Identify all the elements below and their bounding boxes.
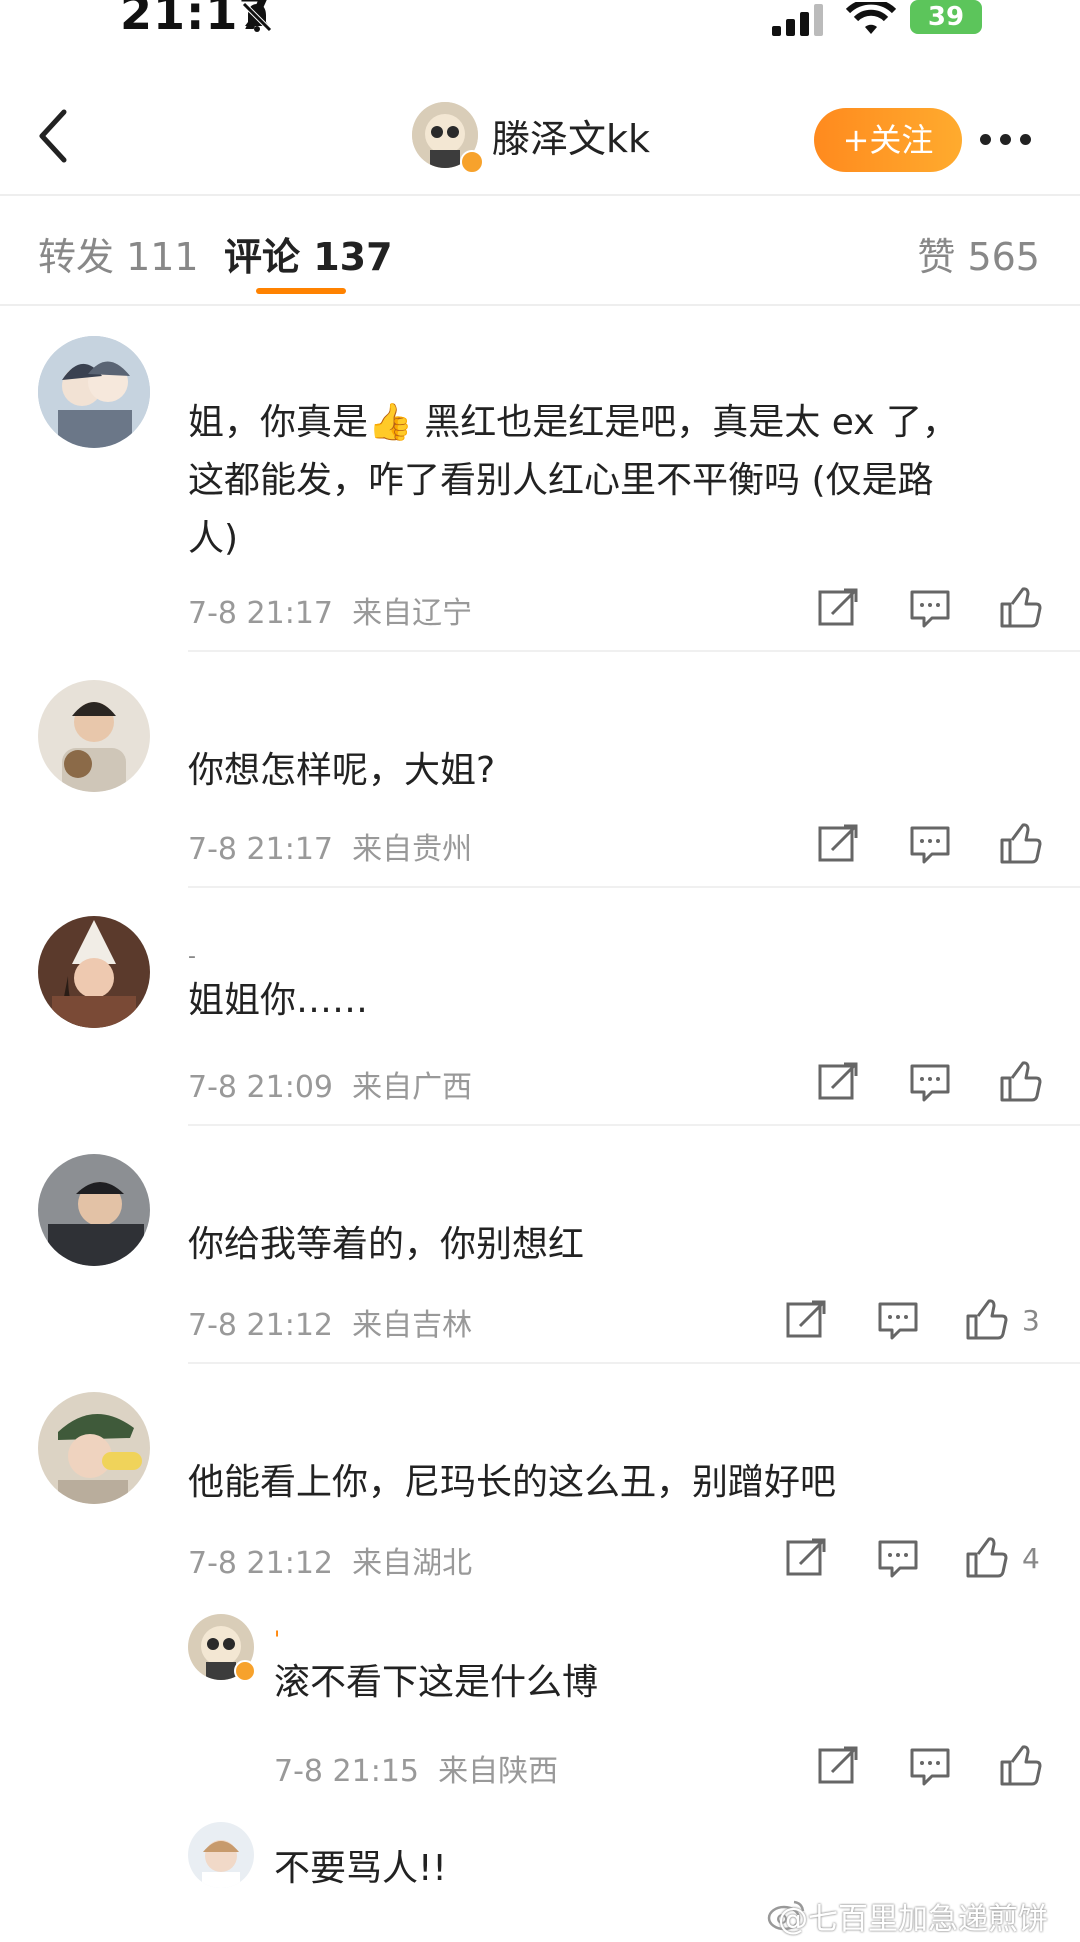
comment-actions xyxy=(816,586,1046,636)
verified-badge-icon xyxy=(460,150,484,174)
reply-location: 来自陕西 xyxy=(438,1754,559,1789)
reply-icon[interactable] xyxy=(908,586,952,630)
share-icon[interactable] xyxy=(784,1298,828,1342)
share-icon[interactable] xyxy=(816,1060,860,1104)
nav-username[interactable]: 滕泽文kk xyxy=(492,108,650,163)
like-icon[interactable] xyxy=(998,1060,1042,1104)
reply-icon[interactable] xyxy=(908,1060,952,1104)
like-icon[interactable] xyxy=(964,1536,1008,1580)
comment-item: 你给我等着的，你别想红 7-8 21:12 来自吉林 3 xyxy=(0,1126,1080,1364)
comment-meta: 7-8 21:12 来自湖北 xyxy=(188,1538,472,1582)
tab-bar: 转发 111 评论 137 赞 565 xyxy=(0,196,1080,304)
comment-meta: 7-8 21:12 来自吉林 xyxy=(188,1300,472,1344)
comment-text: 姐姐你…… xyxy=(188,972,1048,1030)
reply-text: 不要骂人!! xyxy=(274,1848,447,1889)
comment-text-line: 这都能发，咋了看别人红心里不平衡吗 (仅是路 xyxy=(188,460,934,501)
comment-actions: 3 xyxy=(784,1298,1046,1348)
share-icon[interactable] xyxy=(816,1744,860,1788)
reply-actions xyxy=(816,1744,1046,1794)
avatar[interactable] xyxy=(38,916,150,1028)
like-icon[interactable] xyxy=(998,586,1042,630)
comment-date: 7-8 21:09 xyxy=(188,1070,333,1105)
like-count: 3 xyxy=(1022,1304,1040,1337)
tab-like[interactable]: 赞 565 xyxy=(917,226,1040,281)
avatar-anime-couple-icon xyxy=(38,336,150,448)
comment-text-line: 他能看上你，尼玛长的这么丑，别蹭好吧 xyxy=(188,1462,837,1503)
nav-bar: 滕泽文kk +关注 xyxy=(0,80,1080,190)
comment-location: 来自湖北 xyxy=(352,1546,473,1581)
comment-meta: 7-8 21:17 来自辽宁 xyxy=(188,588,472,632)
comment-date: 7-8 21:12 xyxy=(188,1308,333,1343)
comment-item: 你想怎样呢，大姐? 7-8 21:17 来自贵州 xyxy=(0,652,1080,888)
tab-repost[interactable]: 转发 111 xyxy=(38,226,199,281)
comment-date: 7-8 21:17 xyxy=(188,832,333,867)
avatar[interactable] xyxy=(38,336,150,448)
comment-text: 他能看上你，尼玛长的这么丑，别蹭好吧 xyxy=(188,1454,1048,1512)
battery-indicator: 39 xyxy=(910,0,982,34)
comment-date: 7-8 21:17 xyxy=(188,596,333,631)
comment-meta: 7-8 21:09 来自广西 xyxy=(188,1062,472,1106)
comment-text: 你想怎样呢，大姐? xyxy=(188,742,1048,800)
comment-actions xyxy=(816,1060,1046,1110)
avatar-photo-icon xyxy=(38,916,150,1028)
verified-badge-icon xyxy=(234,1660,256,1682)
like-icon[interactable] xyxy=(964,1298,1008,1342)
like-icon[interactable] xyxy=(998,822,1042,866)
back-arrow-icon[interactable] xyxy=(30,106,80,166)
comment-date: 7-8 21:12 xyxy=(188,1546,333,1581)
reply-icon[interactable] xyxy=(908,1744,952,1788)
comment-text-line: 姐姐你…… xyxy=(188,980,369,1021)
bell-slash-icon xyxy=(242,2,272,32)
avatar[interactable] xyxy=(38,1392,150,1504)
status-bar: 21:17 39 xyxy=(0,0,1080,60)
comment-text: 你给我等着的，你别想红 xyxy=(188,1216,1048,1274)
comment-item: 他能看上你，尼玛长的这么丑，别蹭好吧 7-8 21:12 来自湖北 4 ' 滚不… xyxy=(0,1364,1080,1942)
comment-item: - 姐姐你…… 7-8 21:09 来自广西 xyxy=(0,888,1080,1126)
active-tab-indicator xyxy=(256,288,346,294)
reply-icon[interactable] xyxy=(876,1298,920,1342)
wifi-icon xyxy=(846,2,896,34)
like-icon[interactable] xyxy=(998,1744,1042,1788)
reply-icon[interactable] xyxy=(908,822,952,866)
comment-text-line: 姐，你真是👍 黑红也是红是吧，真是太 ex 了， xyxy=(188,402,958,443)
avatar-photo-icon xyxy=(38,680,150,792)
comment-text: 姐，你真是👍 黑红也是红是吧，真是太 ex 了， 这都能发，咋了看别人红心里不平… xyxy=(188,394,1048,568)
comment-text-line: 你想怎样呢，大姐? xyxy=(188,750,496,791)
avatar-photo-icon xyxy=(188,1822,254,1888)
share-icon[interactable] xyxy=(816,586,860,630)
avatar[interactable] xyxy=(38,1154,150,1266)
more-options-icon[interactable] xyxy=(980,124,1044,154)
comment-location: 来自辽宁 xyxy=(352,596,473,631)
follow-button[interactable]: +关注 xyxy=(814,108,962,172)
reply-meta: 7-8 21:15 来自陕西 xyxy=(274,1746,558,1790)
tab-comment[interactable]: 评论 137 xyxy=(224,226,393,281)
comment-location: 来自贵州 xyxy=(352,832,473,867)
like-count: 4 xyxy=(1022,1542,1040,1575)
reply-username[interactable]: ' xyxy=(274,1628,280,1653)
share-icon[interactable] xyxy=(816,822,860,866)
reply-text: 滚不看下这是什么博 xyxy=(274,1662,599,1703)
avatar[interactable] xyxy=(188,1822,254,1888)
signal-icon xyxy=(772,4,823,36)
avatar[interactable] xyxy=(38,680,150,792)
comment-location: 来自吉林 xyxy=(352,1308,473,1343)
comment-item: 姐，你真是👍 黑红也是红是吧，真是太 ex 了， 这都能发，咋了看别人红心里不平… xyxy=(0,306,1080,652)
share-icon[interactable] xyxy=(784,1536,828,1580)
reply-icon[interactable] xyxy=(876,1536,920,1580)
comment-text-line: 人) xyxy=(188,518,239,559)
avatar-photo-icon xyxy=(38,1392,150,1504)
comment-meta: 7-8 21:17 来自贵州 xyxy=(188,824,472,868)
comment-text-line: 你给我等着的，你别想红 xyxy=(188,1224,585,1265)
watermark: @七百里加急递煎饼 xyxy=(778,1902,1048,1937)
comment-location: 来自广西 xyxy=(352,1070,473,1105)
avatar-photo-icon xyxy=(38,1154,150,1266)
comment-actions: 4 xyxy=(784,1536,1046,1586)
reply-date: 7-8 21:15 xyxy=(274,1754,419,1789)
comment-actions xyxy=(816,822,1046,872)
comment-username[interactable]: - xyxy=(188,944,196,969)
